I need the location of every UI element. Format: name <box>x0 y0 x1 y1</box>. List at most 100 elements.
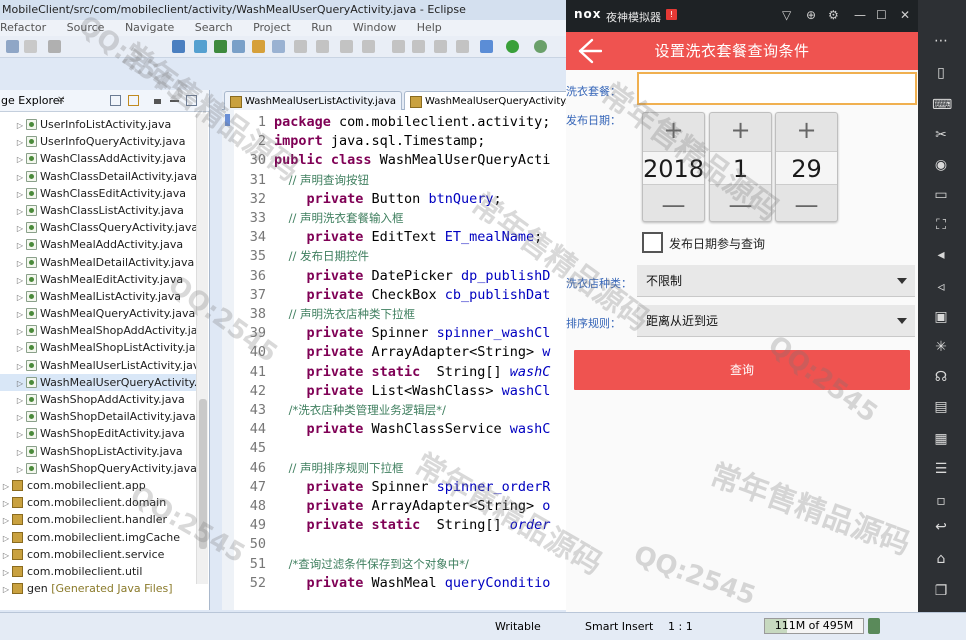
debug-step-icon[interactable] <box>392 40 405 53</box>
debug-step-icon[interactable] <box>434 40 447 53</box>
avd-icon[interactable] <box>214 40 227 53</box>
tree-item-package[interactable]: ▷ com.mobileclient.service <box>0 546 200 563</box>
tree-item-file[interactable]: ▷ WashShopAddActivity.java <box>0 391 200 408</box>
menu-search[interactable]: Search <box>195 20 233 36</box>
meal-name-input[interactable] <box>637 72 917 105</box>
collapse-all-icon[interactable] <box>110 95 121 106</box>
shop-type-spinner[interactable]: 不限制 <box>637 265 915 297</box>
toolbar-icon[interactable] <box>340 40 353 53</box>
code-line[interactable]: // 声明洗衣套餐输入框 <box>274 210 404 226</box>
code-line[interactable]: // 发布日期控件 <box>274 248 369 264</box>
tree-item-file[interactable]: ▷ WashShopListActivity.java <box>0 443 200 460</box>
tree-item-file[interactable]: ▷ WashMealListActivity.java <box>0 288 200 305</box>
home-icon[interactable]: ⌂ <box>932 550 950 568</box>
tree-item-file[interactable]: ▷ WashShopQueryActivity.java <box>0 460 200 477</box>
check-icon[interactable] <box>232 40 245 53</box>
multi-instance-icon[interactable]: ▦ <box>932 430 950 448</box>
gear-icon[interactable]: ⚙ <box>828 8 839 22</box>
video-icon[interactable]: ▤ <box>932 398 950 416</box>
grid-icon[interactable]: ▫ <box>932 492 950 510</box>
toolbar-icon[interactable] <box>294 40 307 53</box>
expand-arrow-icon[interactable]: ▷ <box>14 272 26 288</box>
link-editor-icon[interactable] <box>128 95 139 106</box>
tree-item-file[interactable]: ▷ WashShopDetailActivity.java <box>0 408 200 425</box>
code-line[interactable]: private static String[] washC <box>274 364 551 380</box>
trash-icon[interactable] <box>868 618 880 634</box>
code-line[interactable]: private WashClassService washC <box>274 421 551 437</box>
tree-item-package[interactable]: ▷ com.mobileclient.app <box>0 477 200 494</box>
tree-item-package[interactable]: ▷ com.mobileclient.util <box>0 563 200 580</box>
expand-arrow-icon[interactable]: ▷ <box>0 495 12 511</box>
expand-arrow-icon[interactable]: ▷ <box>0 512 12 528</box>
year-plus-button[interactable]: + <box>643 115 704 145</box>
tree-item-file[interactable]: ▷ WashShopEditActivity.java <box>0 425 200 442</box>
binary-icon[interactable] <box>48 40 61 53</box>
expand-arrow-icon[interactable]: ▷ <box>14 203 26 219</box>
code-line[interactable]: private CheckBox cb_publishDat <box>274 287 551 303</box>
day-value[interactable]: 29 <box>776 151 837 185</box>
expand-arrow-icon[interactable]: ▷ <box>14 289 26 305</box>
external-tools-icon[interactable] <box>534 40 547 53</box>
apk-icon[interactable]: ▣ <box>932 308 950 326</box>
download-icon[interactable] <box>172 40 185 53</box>
debug-icon[interactable] <box>480 40 493 53</box>
expand-arrow-icon[interactable]: ▷ <box>14 255 26 271</box>
year-value[interactable]: 2018 <box>643 151 704 185</box>
tree-item-file[interactable]: ▷ UserInfoListActivity.java <box>0 116 200 133</box>
tree-item-file[interactable]: ▷ WashClassEditActivity.java <box>0 185 200 202</box>
expand-arrow-icon[interactable]: ▷ <box>0 478 12 494</box>
tree-item-file[interactable]: ▷ WashMealUserQueryActivity.ja <box>0 373 200 391</box>
code-line[interactable]: private Spinner spinner_washCl <box>274 325 551 341</box>
nox-alert-badge[interactable]: ! <box>666 9 677 20</box>
shake-icon[interactable]: ☊ <box>932 368 950 386</box>
volume-up-icon[interactable]: ◂ <box>932 246 950 264</box>
menu-source[interactable]: Source <box>67 20 105 36</box>
tree-item-file[interactable]: ▷ WashMealAddActivity.java <box>0 236 200 253</box>
day-plus-button[interactable]: + <box>776 115 837 145</box>
expand-arrow-icon[interactable]: ▷ <box>14 220 26 236</box>
tree-item-file[interactable]: ▷ WashMealEditActivity.java <box>0 271 200 288</box>
toolbar-icon[interactable] <box>362 40 375 53</box>
menu-refactor[interactable]: Refactor <box>0 20 46 36</box>
publish-date-checkbox-label[interactable]: 发布日期参与查询 <box>669 235 765 252</box>
expand-arrow-icon[interactable]: ▷ <box>14 444 26 460</box>
expand-arrow-icon[interactable]: ▷ <box>0 581 12 597</box>
debug-step-icon[interactable] <box>456 40 469 53</box>
tree-item-package[interactable]: ▷ com.mobileclient.imgCache <box>0 529 200 546</box>
open-icon[interactable] <box>6 40 19 53</box>
maximize-icon[interactable] <box>186 95 197 106</box>
expand-arrow-icon[interactable]: ▷ <box>14 117 26 133</box>
expand-arrow-icon[interactable]: ▷ <box>0 530 12 546</box>
expand-arrow-icon[interactable]: ▷ <box>14 375 26 391</box>
code-line[interactable]: private static String[] order <box>274 517 551 533</box>
tree-item-file[interactable]: ▷ WashMealShopListActivity.java <box>0 339 200 356</box>
pin-icon[interactable]: ⊕ <box>806 8 816 22</box>
expand-arrow-icon[interactable]: ▷ <box>14 358 26 374</box>
print-icon[interactable] <box>24 40 37 53</box>
code-line[interactable]: // 声明排序规则下拉框 <box>274 460 404 476</box>
location-icon[interactable]: ◉ <box>932 156 950 174</box>
expand-arrow-icon[interactable]: ▷ <box>0 564 12 580</box>
year-minus-button[interactable]: — <box>643 190 704 220</box>
expand-arrow-icon[interactable]: ▷ <box>14 306 26 322</box>
expand-arrow-icon[interactable]: ▷ <box>14 169 26 185</box>
code-line[interactable]: private DatePicker dp_publishD <box>274 268 551 284</box>
more-icon[interactable]: ⋯ <box>932 32 950 50</box>
tab-wash-meal-user-query[interactable]: WashMealUserQueryActivity.java <box>404 91 570 110</box>
expand-arrow-icon[interactable]: ▷ <box>14 340 26 356</box>
code-line[interactable]: /*查询过滤条件保存到这个对象中*/ <box>274 556 469 572</box>
debug-step-icon[interactable] <box>412 40 425 53</box>
expand-arrow-icon[interactable]: ▷ <box>14 186 26 202</box>
tree-item-file[interactable]: ▷ UserInfoQueryActivity.java <box>0 133 200 150</box>
expand-arrow-icon[interactable]: ▷ <box>14 237 26 253</box>
code-line[interactable]: private List<WashClass> washCl <box>274 383 551 399</box>
tree-item-file[interactable]: ▷ WashMealUserListActivity.java <box>0 357 200 374</box>
package-explorer-scrollbar[interactable] <box>196 114 208 584</box>
recent-apps-icon[interactable]: ❐ <box>932 582 950 600</box>
code-line[interactable]: public class WashMealUserQueryActi <box>274 152 550 168</box>
maximize-icon[interactable]: ☐ <box>876 8 887 22</box>
code-editor[interactable]: 1 package com.mobileclient.activity; 2 impo… <box>222 110 570 610</box>
code-line[interactable]: private ArrayAdapter<String> w <box>274 344 551 360</box>
tree-item-package[interactable]: ▷ gen [Generated Java Files] <box>0 580 200 597</box>
close-icon[interactable]: ✕ <box>900 8 910 22</box>
